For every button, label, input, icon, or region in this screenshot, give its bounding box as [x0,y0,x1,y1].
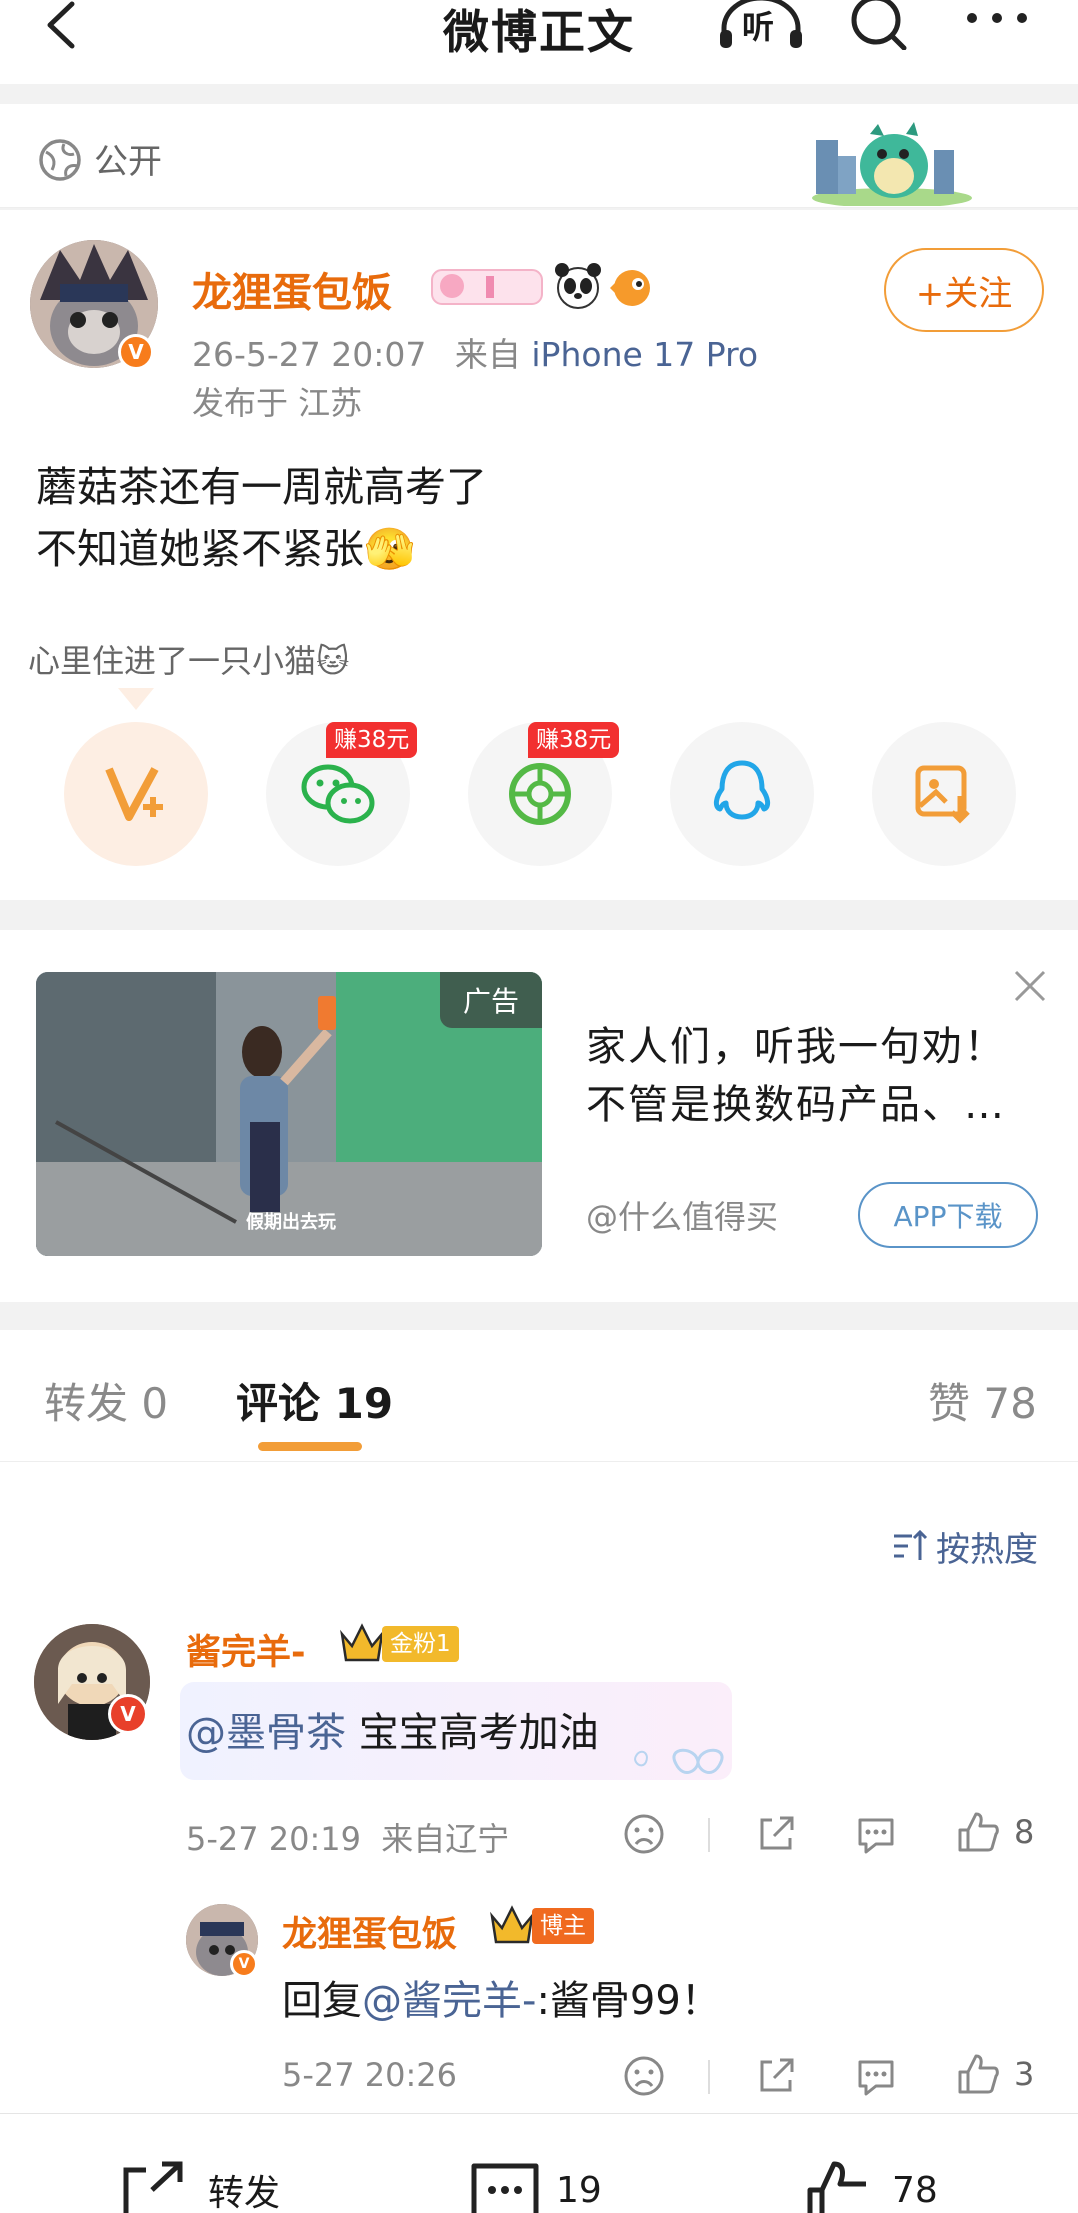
bottom-thumbs-up-icon [807,2161,866,2213]
commenter-name[interactable]: 酱完羊- [186,1624,306,1675]
verified-badge-icon: V [118,334,154,370]
ad-text: 家人们，听我一句劝！ 不管是换数码产品、… [586,1018,1006,1134]
tab-likes[interactable]: 赞 78 [928,1370,1037,1431]
reply-like-button[interactable]: 3 [956,2052,1034,2096]
pufferfish-icon [610,270,650,306]
from-label: 来自 [454,335,521,374]
listen-label: 听 [742,8,775,46]
bottom-action-bar: 转发 19 78 [0,2113,1078,2213]
reply-text: 回复@酱完羊-:酱骨99！ [282,1968,721,2026]
ad-source: @什么值得买 [586,1198,779,1236]
page-title: 微博正文 [443,5,635,59]
comments-section: 按热度 V 酱完羊- 金粉1 @墨骨茶 宝宝高考加油 5-27 20:19 来自… [0,1462,1078,2113]
author-name[interactable]: 龙狸蛋包饭 [192,260,392,318]
post-card: V 龙狸蛋包饭 26-5-27 20:07 来自 iPhone 17 Pro 发… [0,210,1078,900]
reply-share-icon[interactable] [754,2054,798,2098]
vplus-icon [105,767,163,821]
share-icon[interactable] [754,1812,798,1856]
comment-body: 宝宝高考加油 [346,1710,599,1756]
comment-icon[interactable] [854,1812,898,1856]
comment-text: @墨骨茶 宝宝高考加油 [186,1700,599,1758]
comment-meta: 5-27 20:19 来自辽宁 [186,1814,509,1860]
active-tab-indicator [258,1442,362,1451]
ad-image[interactable]: 广告 假期出去玩 [36,972,542,1256]
comment-like-button[interactable]: 8 [956,1810,1034,1854]
reply-time: 5-27 20:26 [282,2056,458,2094]
thumbs-up-icon [958,1812,999,1852]
post-text-line-2: 不知道她紧不紧张🫣 [36,525,416,573]
mood-text: 心里住进了一只小猫🐱 [28,642,350,680]
reply-verified-icon: V [230,1950,258,1978]
post-body: 蘑菇茶还有一周就高考了 不知道她紧不紧张🫣 [36,456,487,580]
top-nav-bar: 微博正文 听 [0,0,1078,84]
interaction-tabs: 转发 0 评论 19 赞 78 [0,1330,1078,1462]
fan-badge: 金粉1 [382,1626,459,1662]
follow-button[interactable]: +关注 [884,248,1044,332]
pink-ribbon-icon [431,269,543,305]
reply-thumbs-up-icon [958,2054,999,2094]
close-icon[interactable] [1012,968,1048,1004]
post-text-line-1: 蘑菇茶还有一周就高考了 [36,463,487,511]
reply-author-name[interactable]: 龙狸蛋包饭 [282,1906,457,1957]
commenter-verified-icon: V [108,1694,148,1734]
repost-icon [123,2161,183,2213]
comment-mention[interactable]: @墨骨茶 [186,1710,346,1756]
reply-action-divider [708,2060,710,2094]
bottom-like-count: 78 [892,2169,938,2211]
reply-comment-icon[interactable] [854,2054,898,2098]
visibility-label: 公开 [94,142,162,182]
bottom-comment-button[interactable]: 19 [468,2160,602,2213]
dislike-icon[interactable] [622,1812,666,1856]
qq-icon [713,760,771,820]
crown-icon [340,1623,384,1662]
ad-text-line-1: 家人们，听我一句劝！ [586,1024,1006,1070]
listen-button[interactable]: 听 [718,0,804,50]
comment-location: 来自辽宁 [381,1820,510,1858]
post-device[interactable]: iPhone 17 Pro [531,335,758,374]
image-download-icon [915,765,970,824]
ad-card[interactable]: 广告 假期出去玩 家人们，听我一句劝！ 不管是换数码产品、… @什么值得买 AP… [0,930,1078,1302]
comment-time: 5-27 20:19 [186,1820,362,1858]
reply-prefix: 回复 [282,1978,362,2024]
moments-icon [509,763,571,825]
app-download-button[interactable]: APP下载 [858,1182,1038,1248]
ad-tag: 广告 [440,972,542,1028]
bottom-repost-label: 转发 [208,2173,281,2213]
reply-body: :酱骨99！ [536,1978,721,2024]
bow-decoration-icon [634,1748,724,1774]
reply-dislike-icon[interactable] [622,2054,666,2098]
host-badge: 博主 [532,1908,594,1944]
reply-mention[interactable]: @酱完羊- [362,1978,536,2024]
search-icon[interactable] [846,0,910,50]
bottom-repost-button[interactable]: 转发 [118,2160,280,2213]
ad-caption: 假期出去玩 [246,1212,336,1233]
bottom-comment-icon [471,2163,539,2213]
dinosaur-sticker [812,122,972,206]
pointer-icon [118,688,154,710]
bottom-like-button[interactable]: 78 [804,2160,938,2213]
tab-repost[interactable]: 转发 0 [44,1370,168,1431]
action-divider [708,1818,710,1852]
wechat-icon [301,764,375,824]
post-location: 发布于 江苏 [192,384,363,422]
bottom-comment-count: 19 [556,2169,602,2211]
share-save-image-button[interactable] [872,722,1016,866]
globe-icon [39,139,81,181]
visibility-bar: 公开 [0,104,1078,208]
earn-badge-moments: 赚38元 [528,722,620,758]
host-crown-icon [490,1905,534,1944]
comment-like-count: 8 [1014,1813,1035,1851]
share-super-fans-button[interactable] [64,722,208,866]
more-icon[interactable] [962,0,1032,50]
tab-comments[interactable]: 评论 19 [236,1370,393,1431]
sort-icon [894,1529,928,1560]
reply-like-count: 3 [1014,2055,1035,2093]
panda-icon [555,263,601,309]
post-meta: 26-5-27 20:07 来自 iPhone 17 Pro [192,328,758,376]
post-time: 26-5-27 20:07 [192,335,427,374]
share-qq-button[interactable] [670,722,814,866]
earn-badge-wechat: 赚38元 [326,722,418,758]
sort-button[interactable]: 按热度 [936,1522,1038,1571]
ad-text-line-2: 不管是换数码产品、… [586,1082,1006,1128]
